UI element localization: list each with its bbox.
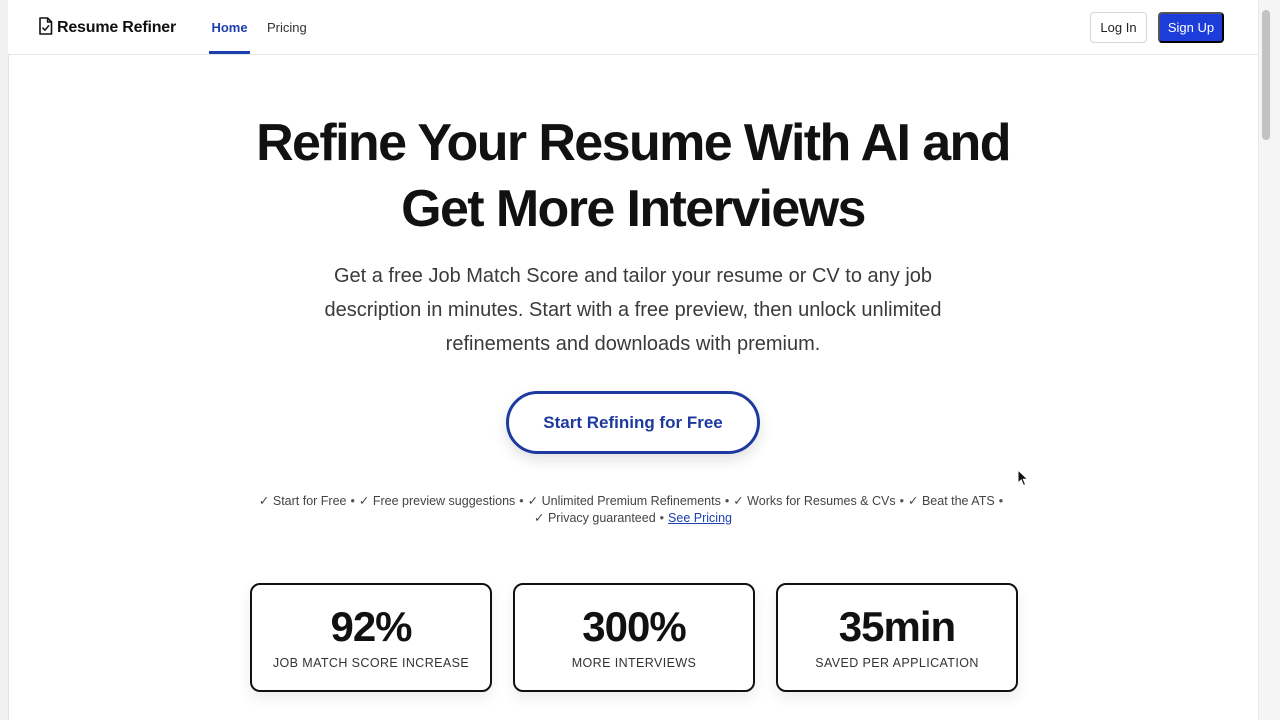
active-tab-indicator <box>209 51 250 54</box>
stat-label: JOB MATCH SCORE INCREASE <box>272 656 470 670</box>
hero-subtitle-line-3: refinements and downloads with premium. <box>445 333 821 355</box>
feature-item: ✓ Beat the ATS <box>908 494 995 508</box>
feature-separator: • <box>519 494 524 508</box>
login-button[interactable]: Log In <box>1090 12 1147 43</box>
feature-item: ✓ Unlimited Premium Refinements <box>527 494 721 508</box>
stat-label: MORE INTERVIEWS <box>571 656 697 670</box>
nav-home-link[interactable]: Home <box>209 0 250 54</box>
hero-title-line-2: Get More Interviews <box>401 180 866 238</box>
stat-value: 300% <box>582 603 686 650</box>
feature-list: ✓ Start for Free • ✓ Free preview suggesti… <box>233 493 1033 527</box>
feature-item: ✓ Works for Resumes & CVs <box>733 494 896 508</box>
mouse-pointer-icon <box>1017 468 1029 492</box>
feature-separator: • <box>899 494 904 508</box>
nav-pricing-link[interactable]: Pricing <box>267 0 307 54</box>
hero-subtitle: Get a free Job Match Score and tailor yo… <box>283 259 983 361</box>
stat-value: 35min <box>838 603 956 650</box>
stat-card-interviews: 300% MORE INTERVIEWS <box>513 583 755 692</box>
hero-title-line-1: Refine Your Resume With AI and <box>256 114 1011 172</box>
feature-separator: • <box>659 511 665 525</box>
hero-subtitle-line-1: Get a free Job Match Score and tailor yo… <box>333 265 933 287</box>
feature-item: ✓ Privacy guaranteed <box>534 511 656 525</box>
stat-value: 92% <box>330 603 412 650</box>
hero-subtitle-line-2: description in minutes. Start with a fre… <box>324 299 942 321</box>
scrollbar-thumb[interactable] <box>1262 10 1270 140</box>
window-left-edge <box>0 0 9 720</box>
document-check-icon <box>38 16 53 40</box>
feature-item: ✓ Free preview suggestions <box>358 494 516 508</box>
signup-button[interactable]: Sign Up <box>1158 12 1224 43</box>
feature-separator: • <box>350 494 355 508</box>
logo-text: Resume Refiner <box>57 19 177 36</box>
logo[interactable]: Resume Refiner <box>38 16 177 40</box>
feature-separator: • <box>724 494 730 508</box>
feature-item: ✓ Start for Free <box>258 494 347 508</box>
top-navigation-bar: Resume Refiner Home Pricing Log In Sign … <box>8 0 1258 55</box>
stat-label: SAVED PER APPLICATION <box>815 656 979 670</box>
hero-title: Refine Your Resume With AI and Get More … <box>133 110 1133 242</box>
see-pricing-link[interactable]: See Pricing <box>668 511 732 525</box>
stat-card-time-saved: 35min SAVED PER APPLICATION <box>776 583 1018 692</box>
feature-separator: • <box>998 494 1004 508</box>
stat-card-match-score: 92% JOB MATCH SCORE INCREASE <box>250 583 492 692</box>
start-refining-button[interactable]: Start Refining for Free <box>506 391 760 454</box>
